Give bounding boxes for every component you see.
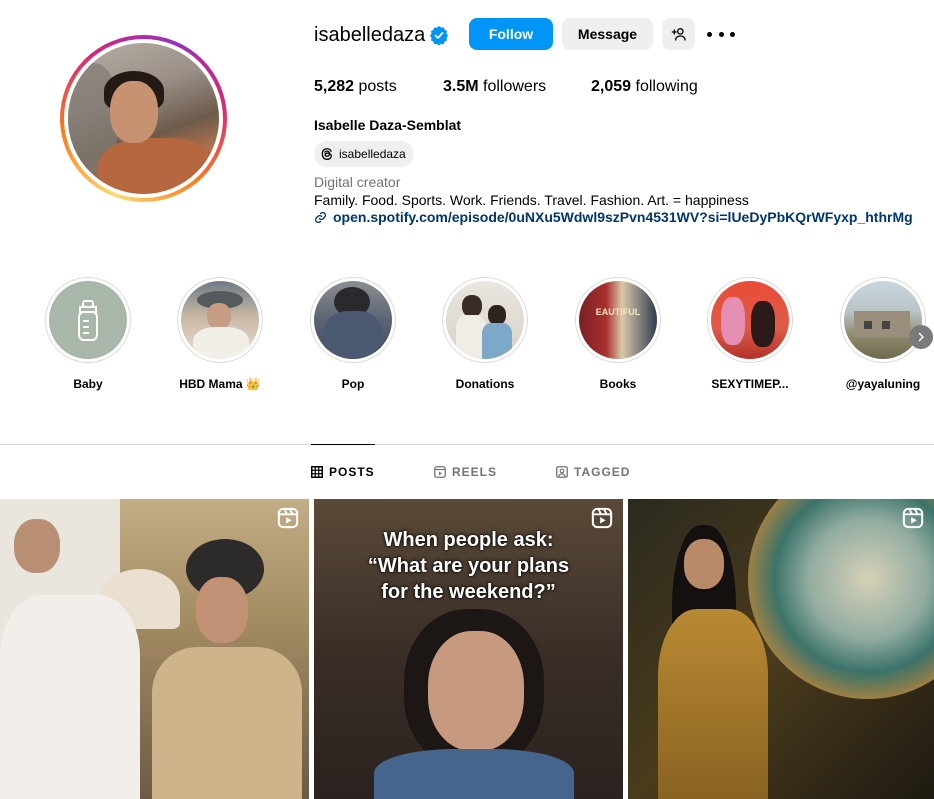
highlight-label: Baby <box>73 377 103 391</box>
profile-category: Digital creator <box>314 174 401 190</box>
post-tile[interactable] <box>0 499 309 799</box>
post-overlay-text: When people ask: “What are your plans fo… <box>367 529 570 603</box>
post-tile[interactable]: When people ask: “What are your plans fo… <box>314 499 623 799</box>
reel-icon <box>277 507 299 529</box>
chevron-right-icon <box>918 332 924 342</box>
highlight-baby[interactable]: Baby <box>44 277 132 391</box>
tagged-icon <box>556 466 568 478</box>
baby-bottle-icon <box>78 300 98 341</box>
threads-badge[interactable]: isabelledaza <box>314 141 414 167</box>
reel-icon <box>902 507 924 529</box>
highlight-label: Books <box>599 377 637 391</box>
highlight-books[interactable]: EAUTIFUL Books <box>574 277 662 391</box>
threads-icon <box>321 148 332 160</box>
verified-badge-icon <box>430 26 448 45</box>
highlight-sexytime[interactable]: SEXYTIMEP... <box>706 277 794 391</box>
highlight-label: Donations <box>455 377 515 391</box>
followers-link[interactable]: 3.5M followers <box>443 78 546 96</box>
highlight-hbd-mama[interactable]: HBD Mama 👑 <box>176 277 264 391</box>
tabs-divider <box>0 444 934 445</box>
highlight-donations[interactable]: Donations <box>441 277 529 391</box>
more-horizontal-icon <box>707 31 712 37</box>
grid-icon <box>311 466 323 478</box>
threads-handle: isabelledaza <box>339 147 406 161</box>
tab-tagged[interactable]: TAGGED <box>556 465 630 479</box>
avatar-photo <box>68 43 219 194</box>
profile-avatar[interactable] <box>60 35 227 202</box>
active-tab-indicator <box>311 444 375 445</box>
link-chain-icon <box>314 211 327 223</box>
highlights-next-button[interactable] <box>909 325 933 349</box>
highlight-pop[interactable]: Pop <box>309 277 397 391</box>
posts-count: 5,282 posts <box>314 78 397 95</box>
follow-button[interactable]: Follow <box>469 18 553 50</box>
reel-icon <box>591 507 613 529</box>
post-tile[interactable] <box>628 499 934 799</box>
tab-posts[interactable]: POSTS <box>311 465 375 479</box>
profile-link[interactable]: open.spotify.com/episode/0uNXu5Wdwl9szPv… <box>314 209 913 225</box>
highlight-label: SEXYTIMEP... <box>711 377 789 391</box>
highlight-label: Pop <box>341 377 365 391</box>
profile-full-name: Isabelle Daza-Semblat <box>314 117 462 133</box>
profile-bio: Family. Food. Sports. Work. Friends. Tra… <box>314 192 749 208</box>
profile-username: isabelledaza <box>314 24 426 46</box>
message-button[interactable]: Message <box>562 18 653 50</box>
highlight-label: HBD Mama 👑 <box>179 377 261 391</box>
following-link[interactable]: 2,059 following <box>591 78 698 96</box>
highlight-label: @yayaluning <box>845 377 921 391</box>
reels-icon <box>434 466 446 478</box>
tab-reels[interactable]: REELS <box>434 465 497 479</box>
more-options-button[interactable] <box>707 24 735 44</box>
add-user-icon <box>671 28 686 41</box>
suggested-accounts-button[interactable] <box>662 18 695 50</box>
